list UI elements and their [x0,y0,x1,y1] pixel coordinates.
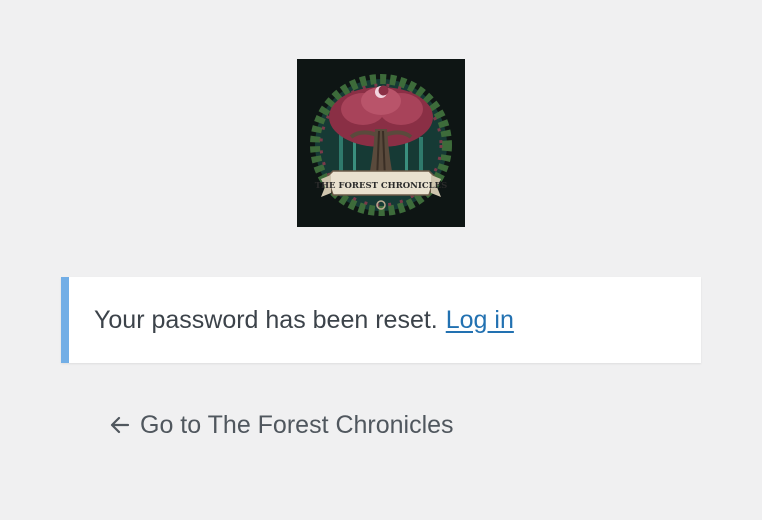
log-in-link[interactable]: Log in [446,306,514,335]
back-link-label: Go to The Forest Chronicles [140,410,454,439]
forest-tree-logo-icon: THE FOREST CHRONICLES [310,74,452,216]
arrow-left-icon [110,416,130,434]
logo-banner-text: THE FOREST CHRONICLES [315,181,448,191]
notice-message: Your password has been reset. [94,305,438,334]
back-to-site-link[interactable]: Go to The Forest Chronicles [108,405,454,445]
password-reset-notice: Your password has been reset. Log in [61,277,701,363]
site-logo[interactable]: THE FOREST CHRONICLES [297,59,465,227]
